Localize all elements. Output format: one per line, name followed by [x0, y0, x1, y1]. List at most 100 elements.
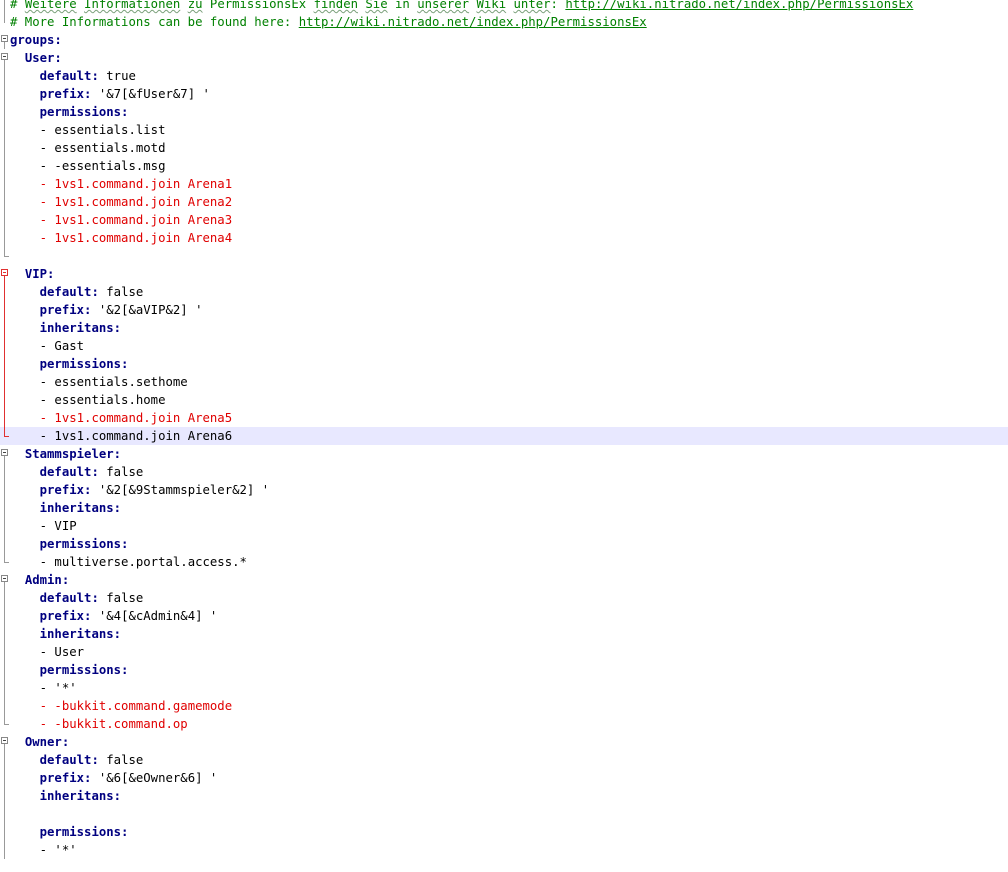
code-editor[interactable]: # Weitere Informationen zu PermissionsEx…	[0, 0, 1008, 872]
code-token: unserer	[417, 0, 470, 11]
code-line[interactable]: permissions:	[0, 103, 1008, 121]
yaml-key: permissions:	[39, 537, 129, 551]
code-line[interactable]: User:	[0, 49, 1008, 67]
code-line[interactable]: - 1vs1.command.join Arena1	[0, 175, 1008, 193]
yaml-key: default:	[39, 69, 99, 83]
code-line[interactable]: default: true	[0, 67, 1008, 85]
code-line[interactable]: permissions:	[0, 823, 1008, 841]
code-line[interactable]: - '*'	[0, 679, 1008, 697]
code-line[interactable]: Stammspieler:	[0, 445, 1008, 463]
code-line[interactable]: - essentials.home	[0, 391, 1008, 409]
code-token: - essentials.list	[39, 123, 166, 137]
code-line[interactable]: - VIP	[0, 517, 1008, 535]
code-line[interactable]: - 1vs1.command.join Arena2	[0, 193, 1008, 211]
code-line[interactable]: - multiverse.portal.access.*	[0, 553, 1008, 571]
fold-guide	[4, 85, 5, 103]
code-line[interactable]: Admin:	[0, 571, 1008, 589]
code-line[interactable]: - -bukkit.command.gamemode	[0, 697, 1008, 715]
code-line[interactable]: - 1vs1.command.join Arena6	[0, 427, 1008, 445]
code-line[interactable]: # More Informations can be found here: h…	[0, 13, 1008, 31]
code-line[interactable]: permissions:	[0, 355, 1008, 373]
code-token: '&6[&eOwner&6] '	[91, 771, 218, 785]
code-line[interactable]: # Weitere Informationen zu PermissionsEx…	[0, 0, 1008, 13]
yaml-key: permissions:	[39, 825, 129, 839]
code-token: false	[98, 465, 144, 479]
fold-toggle-icon[interactable]	[1, 737, 8, 744]
code-line[interactable]: groups:	[0, 31, 1008, 49]
code-line[interactable]: - essentials.motd	[0, 139, 1008, 157]
fold-guide	[4, 481, 5, 499]
fold-guide	[4, 13, 5, 23]
code-line[interactable]: - -bukkit.command.op	[0, 715, 1008, 733]
fold-guide	[4, 193, 5, 211]
code-line[interactable]: VIP:	[0, 265, 1008, 283]
code-line[interactable]: permissions:	[0, 661, 1008, 679]
fold-end-marker	[4, 724, 9, 725]
code-line[interactable]: prefix: '&2[&aVIP&2] '	[0, 301, 1008, 319]
code-line[interactable]: - Gast	[0, 337, 1008, 355]
code-line[interactable]: - 1vs1.command.join Arena5	[0, 409, 1008, 427]
code-line[interactable]: - User	[0, 643, 1008, 661]
code-line[interactable]: inheritans:	[0, 319, 1008, 337]
code-line[interactable]	[0, 247, 1008, 265]
code-area[interactable]: # Weitere Informationen zu PermissionsEx…	[0, 0, 1008, 859]
yaml-key: prefix:	[39, 771, 92, 785]
fold-guide	[4, 744, 5, 751]
code-line[interactable]: default: false	[0, 463, 1008, 481]
code-token: - '*'	[39, 681, 77, 695]
code-line[interactable]: default: false	[0, 751, 1008, 769]
code-token: - -essentials.msg	[39, 159, 166, 173]
code-token: - 1vs1.command.join Arena1	[39, 177, 233, 191]
fold-guide	[4, 582, 5, 589]
code-line[interactable]: permissions:	[0, 535, 1008, 553]
fold-toggle-icon[interactable]	[1, 269, 8, 276]
code-line[interactable]: default: false	[0, 589, 1008, 607]
yaml-key: permissions:	[39, 663, 129, 677]
code-line[interactable]: Owner:	[0, 733, 1008, 751]
code-line[interactable]: prefix: '&2[&9Stammspieler&2] '	[0, 481, 1008, 499]
code-line[interactable]: default: false	[0, 283, 1008, 301]
code-line[interactable]: - 1vs1.command.join Arena4	[0, 229, 1008, 247]
fold-guide	[4, 463, 5, 481]
fold-guide	[4, 697, 5, 715]
code-token: '&2[&9Stammspieler&2] '	[91, 483, 270, 497]
code-token: - essentials.sethome	[39, 375, 188, 389]
url-link[interactable]: http://wiki.nitrado.net/index.php/Permis…	[299, 15, 647, 29]
fold-toggle-icon[interactable]	[1, 35, 8, 42]
code-line[interactable]: - essentials.list	[0, 121, 1008, 139]
fold-toggle-icon[interactable]	[1, 449, 8, 456]
fold-guide	[4, 787, 5, 805]
code-line[interactable]: prefix: '&7[&fUser&7] '	[0, 85, 1008, 103]
code-line[interactable]: - essentials.sethome	[0, 373, 1008, 391]
code-line[interactable]: inheritans:	[0, 499, 1008, 517]
code-line[interactable]	[0, 805, 1008, 823]
fold-guide	[4, 301, 5, 319]
code-line[interactable]: - 1vs1.command.join Arena3	[0, 211, 1008, 229]
fold-toggle-icon[interactable]	[1, 575, 8, 582]
code-line[interactable]: prefix: '&6[&eOwner&6] '	[0, 769, 1008, 787]
fold-guide	[4, 229, 5, 247]
code-line[interactable]: prefix: '&4[&cAdmin&4] '	[0, 607, 1008, 625]
code-token: PermissionsEx	[202, 0, 314, 11]
code-line[interactable]: - -essentials.msg	[0, 157, 1008, 175]
fold-toggle-icon[interactable]	[1, 53, 8, 60]
code-line[interactable]: inheritans:	[0, 787, 1008, 805]
fold-guide	[4, 409, 5, 427]
code-line[interactable]: inheritans:	[0, 625, 1008, 643]
url-link[interactable]: http://wiki.nitrado.net/index.php/Permis…	[565, 0, 913, 11]
fold-guide	[4, 661, 5, 679]
code-line[interactable]: - '*'	[0, 841, 1008, 859]
